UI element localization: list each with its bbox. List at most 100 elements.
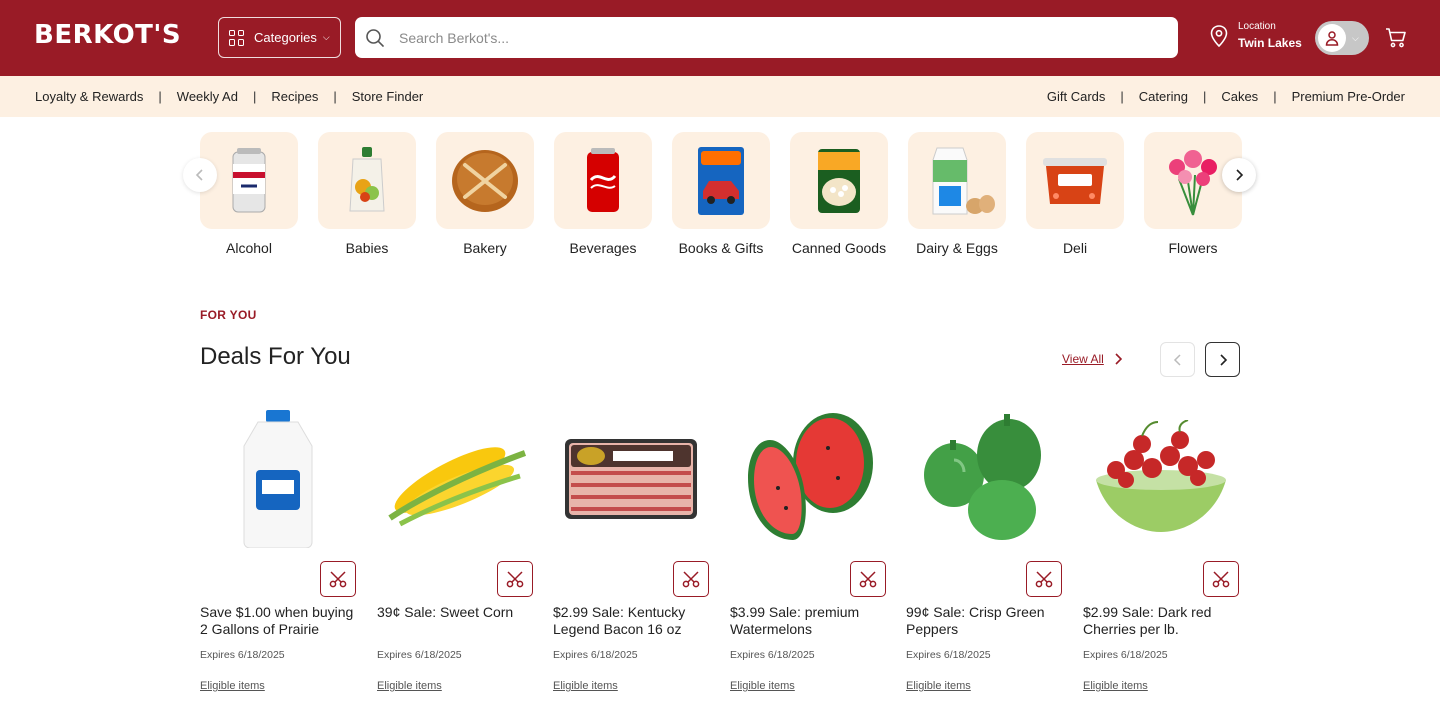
eligible-items-link[interactable]: Eligible items [906,680,971,692]
eligible-items-link[interactable]: Eligible items [553,680,618,692]
category-label: Flowers [1168,240,1218,256]
deal-expiry: Expires 6/18/2025 [906,649,991,661]
deal-image [730,405,886,550]
category-tile [318,132,416,229]
deal-card[interactable]: $3.99 Sale: premium Watermelons Expires … [730,405,886,692]
milk-gallon-image [243,409,313,548]
category-babies[interactable]: Babies [318,132,416,256]
nav-catering[interactable]: Catering [1139,89,1188,104]
divider: | [158,89,162,104]
category-tile [790,132,888,229]
nav-loyalty-rewards[interactable]: Loyalty & Rewards [35,89,143,104]
eligible-items-link[interactable]: Eligible items [1083,680,1148,692]
category-tile [436,132,534,229]
clip-coupon-button[interactable] [673,561,709,597]
chevron-right-icon [1115,353,1122,365]
divider: | [1120,89,1124,104]
cherries-image [1096,420,1226,532]
deal-expiry: Expires 6/18/2025 [1083,649,1168,661]
deal-title: Save $1.00 when buying 2 Gallons of Prai… [200,604,354,637]
category-bakery[interactable]: Bakery [436,132,534,256]
nav-cakes[interactable]: Cakes [1221,89,1258,104]
corn-image [388,446,527,526]
deal-card[interactable]: $2.99 Sale: Kentucky Legend Bacon 16 oz … [553,405,709,692]
logo[interactable]: BERKOT'S [34,20,181,50]
scissors-icon [859,571,877,588]
divider: | [333,89,337,104]
nav-store-finder[interactable]: Store Finder [352,89,424,104]
milk-carton-eggs-icon [932,147,995,214]
deal-title: $2.99 Sale: Kentucky Legend Bacon 16 oz [553,604,686,637]
deli-container-icon [1043,157,1107,204]
scissors-icon [1212,571,1230,588]
search-icon [366,28,384,47]
bread-roll-icon [452,149,518,212]
deal-card[interactable]: 99¢ Sale: Crisp Green Peppers Expires 6/… [906,405,1062,692]
deal-title: $2.99 Sale: Dark red Cherries per lb. [1083,604,1212,637]
category-tile [1026,132,1124,229]
soda-can-icon [587,147,619,212]
chevron-left-icon [195,169,203,181]
view-all-link[interactable]: View All [1062,352,1122,366]
eligible-items-link[interactable]: Eligible items [200,680,265,692]
user-icon [1325,31,1339,46]
secondary-nav: Loyalty & Rewards | Weekly Ad | Recipes … [0,76,1440,117]
nav-recipes[interactable]: Recipes [271,89,318,104]
deal-card[interactable]: $2.99 Sale: Dark red Cherries per lb. Ex… [1083,405,1239,692]
category-deli[interactable]: Deli [1026,132,1124,256]
search-input[interactable] [399,29,1099,46]
canned-beans-icon [818,148,860,213]
clip-coupon-button[interactable] [320,561,356,597]
deal-image [200,405,356,550]
bacon-image [565,438,697,519]
categories-button[interactable]: Categories ⌵ [218,17,341,58]
category-prev-button[interactable] [183,158,217,192]
deal-card[interactable]: 39¢ Sale: Sweet Corn Expires 6/18/2025 E… [377,405,533,692]
category-tile [554,132,652,229]
chevron-down-icon: ⌵ [1352,32,1359,43]
search-bar[interactable] [355,17,1178,58]
category-beverages[interactable]: Beverages [554,132,652,256]
map-pin-icon [1210,25,1228,48]
location-label: Location [1238,21,1276,32]
nav-premium-pre-order[interactable]: Premium Pre-Order [1292,89,1405,104]
location-value: Twin Lakes [1238,36,1302,50]
deals-prev-button[interactable] [1160,342,1195,377]
category-flowers[interactable]: Flowers [1144,132,1242,256]
clip-coupon-button[interactable] [1203,561,1239,597]
top-header: BERKOT'S Categories ⌵ Location Twin Lake… [0,0,1440,76]
category-next-button[interactable] [1222,158,1256,192]
divider: | [1273,89,1277,104]
deal-title: 39¢ Sale: Sweet Corn [377,604,514,620]
category-canned-goods[interactable]: Canned Goods [790,132,888,256]
section-title: Deals For You [200,343,351,370]
section-eyebrow: FOR YOU [200,308,257,322]
eligible-items-link[interactable]: Eligible items [377,680,442,692]
scissors-icon [506,571,524,588]
cart-icon[interactable] [1385,27,1407,49]
scissors-icon [329,571,347,588]
deal-image [553,405,709,550]
green-peppers-image [924,414,1041,540]
deal-expiry: Expires 6/18/2025 [200,649,285,661]
category-alcohol[interactable]: Alcohol [200,132,298,256]
account-menu[interactable]: ⌵ [1315,21,1369,55]
deals-next-button[interactable] [1205,342,1240,377]
clip-coupon-button[interactable] [850,561,886,597]
chevron-right-icon [1236,169,1244,181]
chevron-left-icon [1173,353,1181,366]
deal-card[interactable]: Save $1.00 when buying 2 Gallons of Prai… [200,405,356,692]
clip-coupon-button[interactable] [1026,561,1062,597]
eligible-items-link[interactable]: Eligible items [730,680,795,692]
nav-weekly-ad[interactable]: Weekly Ad [177,89,238,104]
watermelon-image [748,412,873,540]
nav-gift-cards[interactable]: Gift Cards [1047,89,1106,104]
clip-coupon-button[interactable] [497,561,533,597]
deal-image [906,405,1062,550]
location-selector[interactable]: Location Twin Lakes [1208,20,1302,52]
category-tile [908,132,1006,229]
category-dairy-eggs[interactable]: Dairy & Eggs [908,132,1006,256]
category-tile [672,132,770,229]
avatar [1318,24,1346,52]
category-books-gifts[interactable]: Books & Gifts [672,132,770,256]
